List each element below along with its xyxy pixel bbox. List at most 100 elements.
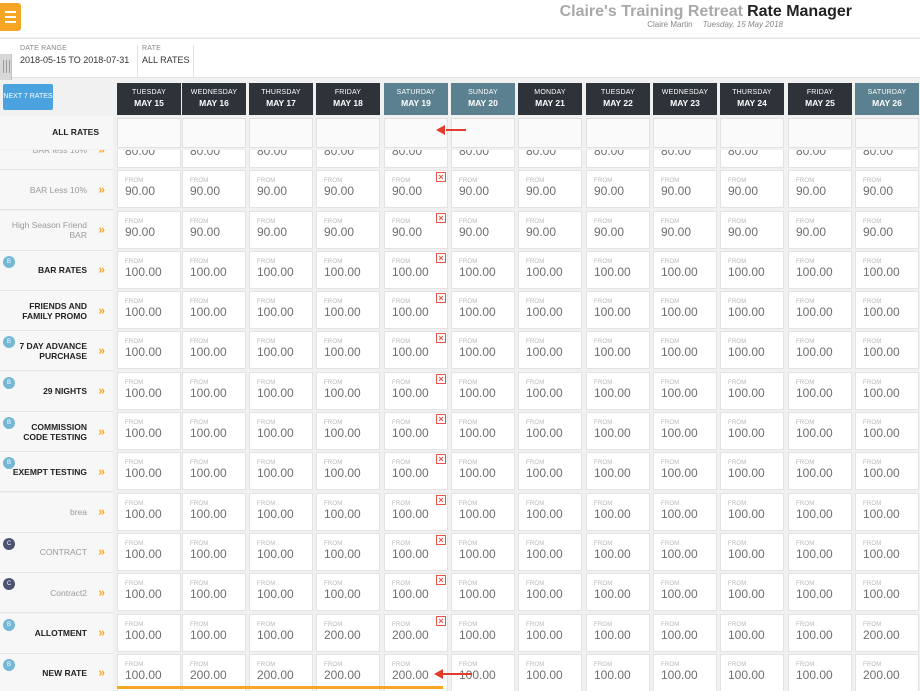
rate-cell[interactable]: FROM 100.00 (855, 452, 919, 491)
rate-cell[interactable]: FROM 100.00 (653, 291, 717, 330)
rate-cell[interactable]: FROM 100.00 (653, 331, 717, 370)
double-chevron-right-icon[interactable]: » (98, 625, 105, 639)
rate-cell[interactable]: FROM 100.00 (117, 331, 181, 370)
rate-cell[interactable]: FROM 100.00 (249, 250, 313, 289)
rate-cell[interactable]: FROM 90.00 (855, 210, 919, 249)
all-rates-cell[interactable] (518, 118, 582, 148)
rate-cell[interactable]: FROM 100.00 (316, 492, 380, 531)
rate-cell[interactable]: FROM 100.00 (117, 452, 181, 491)
rate-row-label[interactable]: C CONTRACT» (0, 532, 113, 573)
rate-row-label[interactable]: High Season Friend BAR » (0, 210, 113, 251)
rate-cell[interactable]: FROM 90.00 (653, 170, 717, 209)
rate-row-label[interactable]: B7 DAY ADVANCE PURCHASE» (0, 331, 113, 372)
rate-cell[interactable]: FROM80.00 (586, 150, 650, 168)
rate-cell[interactable]: FROM 100.00 × (384, 573, 448, 612)
double-chevron-right-icon[interactable]: » (98, 182, 105, 196)
rate-cell[interactable]: FROM 100.00 (117, 291, 181, 330)
rate-cell[interactable]: FROM 90.00 (451, 210, 515, 249)
rate-cell[interactable]: FROM 100.00 (451, 613, 515, 652)
rate-cell[interactable]: FROM 90.00 (117, 170, 181, 209)
rate-cell[interactable]: FROM 100.00 (788, 492, 852, 531)
day-header[interactable]: FRIDAY MAY 25 (788, 83, 852, 115)
rate-cell[interactable]: FROM 90.00 (182, 170, 246, 209)
double-chevron-right-icon[interactable]: » (98, 545, 105, 559)
rate-cell[interactable]: FROM 100.00 (720, 653, 784, 691)
rate-cell[interactable]: FROM 100.00 (720, 250, 784, 289)
rate-cell[interactable]: FROM 100.00 (249, 532, 313, 571)
rate-cell[interactable]: FROM 100.00 (249, 371, 313, 410)
rate-cell[interactable]: FROM 90.00 (117, 210, 181, 249)
next-rates-button[interactable]: NEXT 7 RATES (3, 84, 53, 110)
rate-cell[interactable]: FROM 100.00 (518, 291, 582, 330)
rate-cell[interactable]: FROM 100.00 (586, 532, 650, 571)
rate-cell[interactable]: FROM 90.00 (316, 170, 380, 209)
rate-cell[interactable]: FROM 100.00 (249, 452, 313, 491)
all-rates-cell[interactable] (117, 118, 181, 148)
rate-row-label[interactable]: B NEW RATE» (0, 653, 113, 691)
rate-cell[interactable]: FROM 100.00 (720, 452, 784, 491)
rate-cell[interactable]: FROM 100.00 (182, 371, 246, 410)
all-rates-cell[interactable] (788, 118, 852, 148)
day-header[interactable]: SATURDAY MAY 26 (855, 83, 919, 115)
rate-cell[interactable]: FROM 100.00 (316, 532, 380, 571)
day-header[interactable]: TUESDAY MAY 15 (117, 83, 181, 115)
double-chevron-right-icon[interactable]: » (98, 585, 105, 599)
menu-button[interactable] (0, 3, 21, 31)
x-close-icon[interactable]: × (436, 252, 446, 263)
rate-cell[interactable]: FROM 100.00 (788, 452, 852, 491)
double-chevron-right-icon[interactable]: » (98, 303, 105, 317)
double-chevron-right-icon[interactable]: » (98, 343, 105, 357)
rate-cell[interactable]: FROM 90.00 (586, 170, 650, 209)
rate-row-label[interactable]: BAR Less 10% » (0, 170, 113, 211)
rate-cell[interactable]: FROM 100.00 (720, 412, 784, 451)
rate-cell[interactable]: FROM80.00× (384, 150, 448, 168)
all-rates-cell[interactable] (586, 118, 650, 148)
rate-row-label[interactable]: B BAR RATES» (0, 250, 113, 291)
rate-cell[interactable]: FROM 100.00 (788, 371, 852, 410)
rate-cell[interactable]: FROM 90.00 (720, 170, 784, 209)
date-range-filter[interactable]: DATE RANGE 2018-05-15 TO 2018-07-31 (20, 45, 138, 78)
rate-cell[interactable]: FROM 90.00 (518, 210, 582, 249)
rate-cell[interactable]: FROM 100.00 (182, 412, 246, 451)
rate-cell[interactable]: FROM 100.00 (788, 291, 852, 330)
rate-cell[interactable]: FROM 100.00 (586, 452, 650, 491)
rate-cell[interactable]: FROM 100.00 (855, 291, 919, 330)
rate-cell[interactable]: FROM 100.00 (586, 331, 650, 370)
rate-cell[interactable]: FROM 90.00 (316, 210, 380, 249)
rate-cell[interactable]: FROM 100.00 (451, 291, 515, 330)
rate-cell[interactable]: FROM 100.00 (182, 250, 246, 289)
rate-cell[interactable]: FROM 100.00 (586, 653, 650, 691)
all-rates-cell[interactable] (249, 118, 313, 148)
rate-cell[interactable]: FROM 90.00 (182, 210, 246, 249)
rate-cell[interactable]: FROM 100.00 (788, 532, 852, 571)
rate-row-label[interactable]: C Contract2» (0, 573, 113, 614)
rate-cell[interactable]: FROM 90.00 (518, 170, 582, 209)
rate-cell[interactable]: FROM 100.00 (316, 250, 380, 289)
rate-cell[interactable]: FROM80.00 (451, 150, 515, 168)
rate-cell[interactable]: FROM 100.00 (788, 573, 852, 612)
x-close-icon[interactable]: × (436, 414, 446, 425)
rate-cell[interactable]: FROM 100.00 (117, 412, 181, 451)
rate-cell[interactable]: FROM 100.00 (518, 371, 582, 410)
all-rates-cell[interactable] (720, 118, 784, 148)
rate-cell[interactable]: FROM 100.00 × (384, 492, 448, 531)
rate-cell[interactable]: FROM 100.00 (586, 371, 650, 410)
day-header[interactable]: SATURDAY MAY 19 (384, 83, 448, 115)
rate-cell[interactable]: FROM 100.00 (249, 331, 313, 370)
rate-cell[interactable]: FROM 100.00 (249, 492, 313, 531)
day-header[interactable]: TUESDAY MAY 22 (586, 83, 650, 115)
x-close-icon[interactable]: × (436, 293, 446, 304)
rate-cell[interactable]: FROM 100.00 × (384, 250, 448, 289)
rate-cell[interactable]: FROM80.00 (855, 150, 919, 168)
rate-cell[interactable]: FROM 90.00 (586, 210, 650, 249)
rate-cell[interactable]: FROM 200.00 (316, 613, 380, 652)
rate-cell[interactable]: FROM 100.00 (117, 492, 181, 531)
x-close-icon[interactable]: × (436, 534, 446, 545)
rate-cell[interactable]: FROM 100.00 (518, 331, 582, 370)
rate-cell[interactable]: FROM 90.00 (451, 170, 515, 209)
rate-cell[interactable]: FROM 100.00 (586, 573, 650, 612)
all-rates-cell[interactable] (855, 118, 919, 148)
x-close-icon[interactable]: × (436, 615, 446, 626)
rate-cell[interactable]: FROM 100.00 (586, 291, 650, 330)
double-chevron-right-icon[interactable]: » (98, 263, 105, 277)
